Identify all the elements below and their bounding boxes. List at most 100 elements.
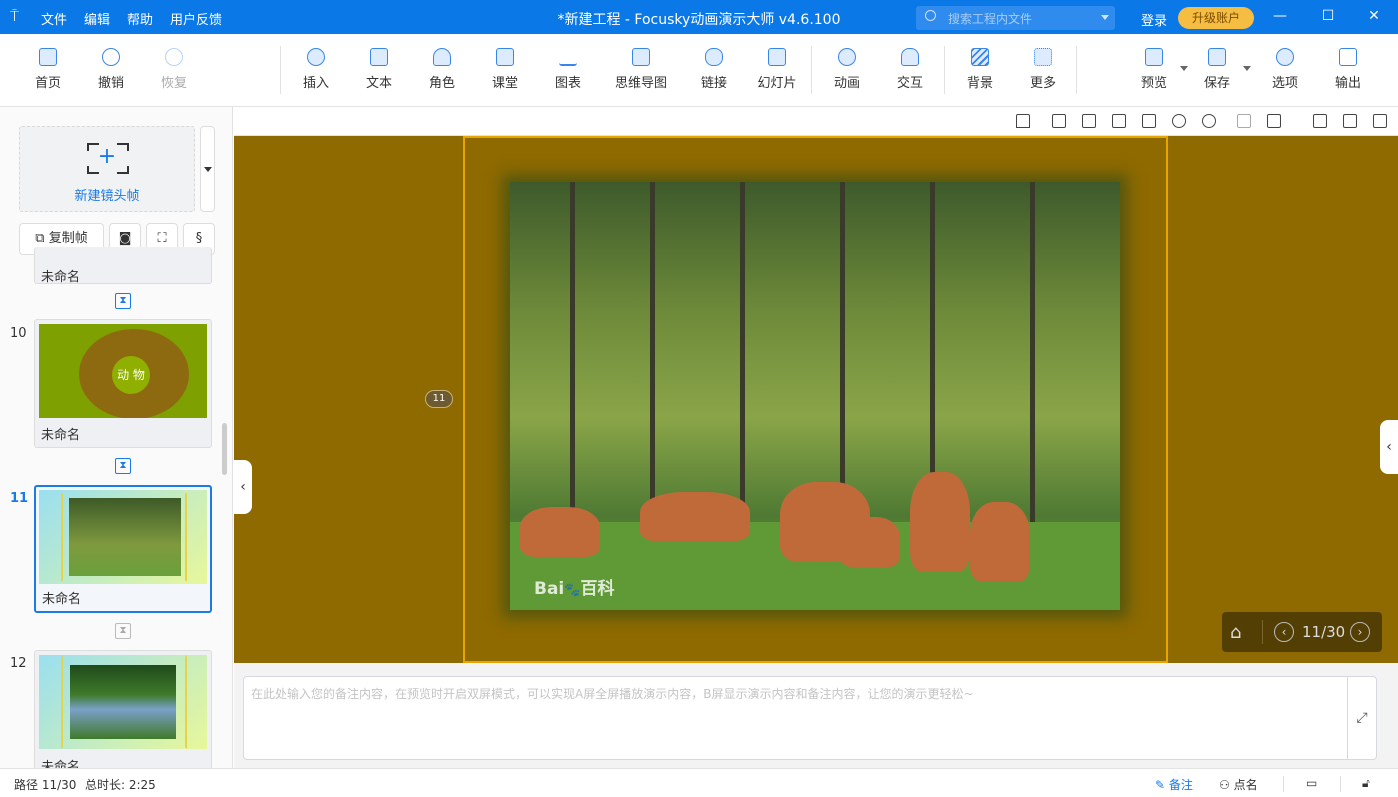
timer-icon[interactable] — [1343, 114, 1357, 128]
frame-thumbnail: 动 物 — [39, 324, 207, 418]
previous-icon[interactable]: ‹ — [1274, 622, 1294, 642]
slide-label: 幻灯片 — [757, 76, 797, 91]
frame-item-selected[interactable]: 未命名 — [34, 485, 212, 613]
align-icon[interactable] — [1237, 114, 1251, 128]
close-icon[interactable]: ✕ — [1366, 8, 1382, 24]
transition-icon[interactable]: ⧗ — [115, 293, 131, 309]
chevron-down-icon[interactable] — [1243, 66, 1251, 75]
home-label: 首页 — [34, 76, 61, 91]
camera-icon: ◙ — [118, 231, 132, 246]
new-frame-dropdown[interactable] — [200, 126, 215, 212]
bar-chart-icon — [559, 48, 577, 66]
animation-button[interactable]: 动画 — [817, 48, 877, 91]
zoom-in-icon[interactable] — [1172, 114, 1186, 128]
chevron-down-icon[interactable] — [1101, 15, 1109, 24]
frame-item[interactable]: 未命名 — [34, 247, 212, 285]
login-button[interactable]: 登录 — [1141, 10, 1167, 29]
notes-label: 备注 — [1168, 778, 1193, 792]
new-frame-button[interactable]: + 新建镜头帧 — [19, 126, 195, 212]
frame-number-badge[interactable]: 11 — [425, 390, 453, 408]
paste-icon[interactable] — [1142, 114, 1156, 128]
frame-item[interactable]: 未命名 — [34, 650, 212, 768]
text-button[interactable]: 文本 — [349, 48, 409, 91]
chart-button[interactable]: 图表 — [538, 48, 598, 91]
title-bar: ⍑ 文件 编辑 帮助 用户反馈 *新建工程 - Focusky动画演示大师 v4… — [0, 0, 1398, 34]
copy-icon: ⧉ — [35, 231, 49, 246]
edit-icon[interactable] — [1373, 114, 1387, 128]
frame-number: 11 — [10, 491, 29, 506]
rotate-right-icon[interactable] — [1082, 114, 1096, 128]
preview-button[interactable]: 预览 — [1124, 48, 1188, 91]
zoom-out-icon[interactable] — [1202, 114, 1216, 128]
edit-icon: ✎ — [1155, 778, 1169, 792]
class-label: 课堂 — [491, 76, 518, 91]
screenshot-icon[interactable] — [1313, 114, 1327, 128]
save-label: 保存 — [1203, 76, 1230, 91]
interact-button[interactable]: 交互 — [880, 48, 940, 91]
search-input[interactable]: 搜索工程内文件 — [916, 6, 1115, 30]
plus-circle-icon — [307, 48, 325, 66]
slide-button[interactable]: 幻灯片 — [747, 48, 807, 91]
notes-toggle[interactable]: ✎ 备注 — [1155, 776, 1193, 793]
undo-button[interactable]: 撤销 — [81, 48, 141, 91]
insert-button[interactable]: 插入 — [286, 48, 346, 91]
sidebar-scrollbar[interactable] — [222, 423, 227, 475]
role-button[interactable]: 角色 — [412, 48, 472, 91]
redo-button[interactable]: 恢复 — [144, 48, 204, 91]
notes-area: 在此处输入您的备注内容，在预览时开启双屏模式，可以实现A屏全屏播放演示内容，B屏… — [234, 663, 1398, 768]
unlock-icon[interactable]: 🔓︎ — [1362, 776, 1370, 791]
deer-photo[interactable]: Bai🐾百科 — [510, 182, 1120, 610]
home-icon[interactable]: ⌂ — [1230, 622, 1241, 643]
thumbnail-text: 动 物 — [112, 356, 150, 394]
options-label: 选项 — [1271, 76, 1298, 91]
redo-label: 恢复 — [160, 76, 187, 91]
more-button[interactable]: 更多 — [1013, 48, 1073, 91]
divider — [1262, 620, 1263, 644]
canvas-toolbar — [234, 107, 1398, 136]
frame-name: 未命名 — [41, 270, 81, 285]
home-icon — [39, 48, 57, 66]
divider — [1340, 776, 1341, 792]
divider — [1283, 776, 1284, 792]
fit-icon: ⛶ — [157, 231, 167, 246]
new-frame-label: 新建镜头帧 — [74, 189, 140, 204]
copy-icon[interactable] — [1112, 114, 1126, 128]
rollcall-button[interactable]: ⚇ 点名 — [1219, 776, 1258, 793]
play-icon — [1145, 48, 1163, 66]
minimize-icon[interactable]: — — [1272, 8, 1288, 24]
frame-name: 未命名 — [42, 592, 82, 607]
classroom-icon — [496, 48, 514, 66]
collapse-sidebar-button[interactable]: ‹ — [234, 460, 252, 514]
home-icon[interactable] — [1016, 114, 1030, 128]
background-icon — [971, 48, 989, 66]
frame-name: 未命名 — [41, 760, 81, 768]
preview-label: 预览 — [1140, 76, 1167, 91]
frame-item[interactable]: 动 物 未命名 — [34, 319, 212, 448]
background-button[interactable]: 背景 — [950, 48, 1010, 91]
link-button[interactable]: 链接 — [684, 48, 744, 91]
home-button[interactable]: 首页 — [18, 48, 78, 91]
screen-icon[interactable]: ▭ — [1306, 776, 1317, 790]
upgrade-button[interactable]: 升级账户 — [1178, 7, 1254, 29]
plus-icon: + — [97, 144, 117, 169]
save-button[interactable]: 保存 — [1187, 48, 1251, 91]
main-toolbar: 首页 撤销 恢复 插入 文本 角色 课堂 图表 思维导图 链接 幻灯片 动画 交… — [0, 34, 1398, 107]
next-icon[interactable]: › — [1350, 622, 1370, 642]
rotate-left-icon[interactable] — [1052, 114, 1066, 128]
export-button[interactable]: 输出 — [1318, 48, 1378, 91]
options-button[interactable]: 选项 — [1255, 48, 1315, 91]
notes-input[interactable]: 在此处输入您的备注内容，在预览时开启双屏模式，可以实现A屏全屏播放演示内容，B屏… — [243, 676, 1377, 760]
mindmap-button[interactable]: 思维导图 — [608, 48, 674, 91]
class-button[interactable]: 课堂 — [475, 48, 535, 91]
transition-icon[interactable]: ⧗ — [115, 458, 131, 474]
interact-label: 交互 — [896, 76, 923, 91]
canvas[interactable]: Bai🐾百科 11 ⌂ ‹ 11/30 › — [234, 136, 1398, 663]
maximize-icon[interactable]: ☐ — [1320, 8, 1336, 24]
expand-right-panel-button[interactable]: ‹ — [1380, 420, 1398, 474]
background-label: 背景 — [966, 76, 993, 91]
export-label: 输出 — [1334, 76, 1361, 91]
transition-icon[interactable]: ⧗ — [115, 623, 131, 639]
expand-icon[interactable]: ⤢ — [1347, 677, 1376, 759]
mindmap-icon — [632, 48, 650, 66]
lock-icon[interactable] — [1267, 114, 1281, 128]
